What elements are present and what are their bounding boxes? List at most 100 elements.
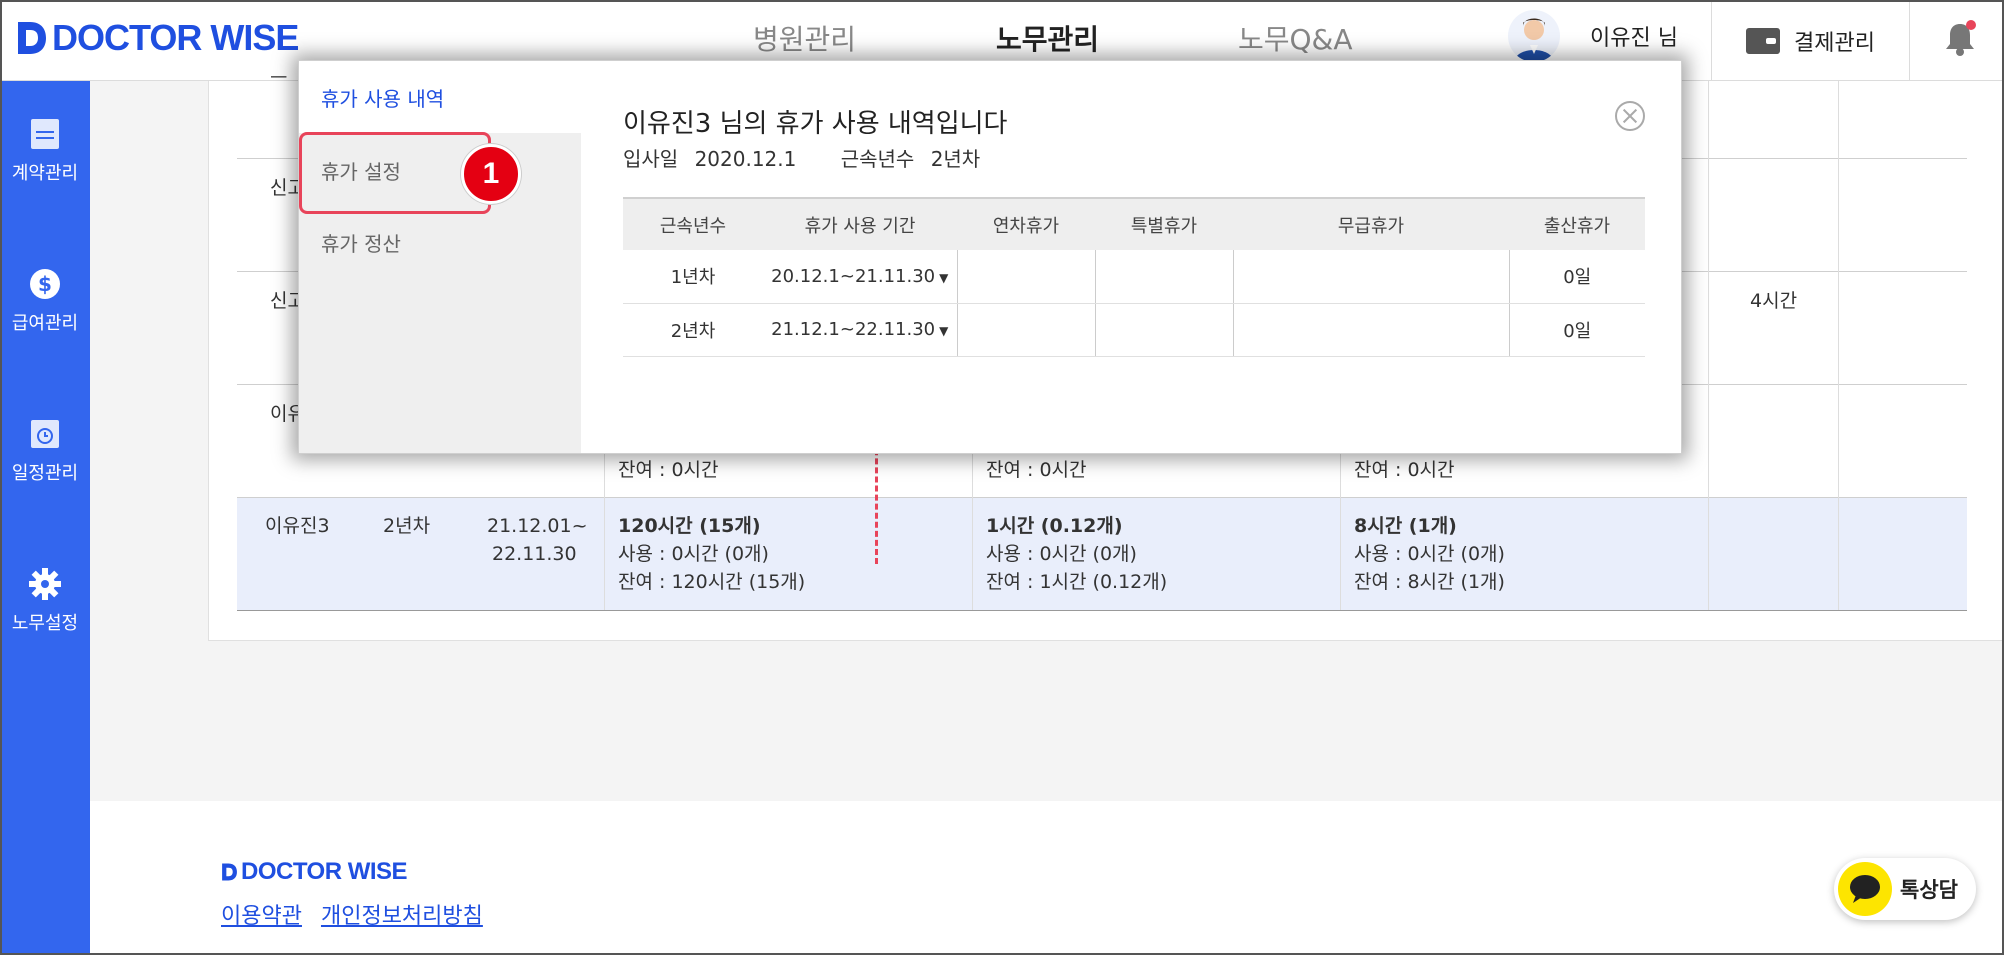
table-cell-remaining: 잔여 : 0시간	[986, 459, 1087, 481]
table-cell-period-end: 22.11.30	[492, 543, 577, 565]
left-sidebar: 계약관리 $ 급여관리 일정관리 노무설정	[0, 81, 90, 955]
tenure-value: 2년차	[930, 147, 981, 171]
footer-links: 이용약관 개인정보처리방침	[221, 898, 495, 930]
sidebar-item-payroll[interactable]: $ 급여관리	[0, 267, 90, 335]
table-cell-remaining: 잔여 : 0시간	[1354, 459, 1455, 481]
table-cell-hours: 4시간	[1750, 290, 1798, 312]
talk-label: 톡상담	[1900, 878, 1958, 902]
table-cell-special: 1시간 (0.12개) 사용 : 0시간 (0개) 잔여 : 1시간 (0.12…	[986, 512, 1167, 596]
privacy-policy-link[interactable]: 개인정보처리방침	[321, 904, 483, 929]
nav-labor-qa[interactable]: 노무Q&A	[1238, 18, 1353, 58]
tenure-label: 근속년수	[840, 147, 915, 171]
sidebar-label-contract: 계약관리	[11, 163, 79, 184]
modal-employee-info: 입사일 2020.12.1 근속년수 2년차	[623, 143, 990, 172]
payment-management-button[interactable]: 결제관리	[1711, 0, 1910, 81]
table-cell-period-start: 21.12.01~	[487, 515, 588, 537]
nav-hospital-management[interactable]: 병원관리	[753, 18, 856, 58]
doctor-wise-logo[interactable]: DOCTOR WISE	[14, 16, 299, 60]
col-header-special: 특별휴가	[1095, 197, 1233, 250]
logo-mark-icon	[18, 22, 46, 54]
modal-title: 이유진3 님의 휴가 사용 내역입니다	[623, 109, 1008, 139]
hire-date-label: 입사일	[623, 147, 679, 171]
logo-text: DOCTOR WISE	[52, 17, 299, 58]
payment-label: 결제관리	[1794, 30, 1875, 56]
col-header-annual: 연차휴가	[957, 197, 1095, 250]
table-col-divider	[604, 454, 605, 610]
col-header-period: 휴가 사용 기간	[763, 197, 957, 250]
table-col-divider	[1838, 81, 1839, 610]
cell-maternity: 0일	[1508, 250, 1645, 304]
gear-icon	[29, 568, 61, 600]
avatar-icon	[1514, 18, 1554, 62]
table-cell-remaining: 잔여 : 0시간	[618, 459, 719, 481]
special-used: 사용 : 0시간 (0개)	[986, 543, 1137, 565]
cell-tenure: 1년차	[623, 250, 763, 304]
user-name[interactable]: 이유진 님	[1590, 20, 1678, 52]
table-cell-name: ㅡ	[270, 67, 288, 89]
talk-consult-button[interactable]: 톡상담	[1834, 858, 1976, 920]
col-header-maternity: 출산휴가	[1509, 197, 1645, 250]
document-icon	[31, 119, 59, 149]
cell-annual	[956, 250, 1095, 304]
table-cell-name: 이유진3	[265, 515, 330, 537]
table-cell-annual: 120시간 (15개) 사용 : 0시간 (0개) 잔여 : 120시간 (15…	[618, 512, 805, 596]
modal-tab-sidebar: 휴가 사용 내역 휴가 설정 휴가 정산 1	[299, 61, 581, 453]
cell-tenure: 2년차	[623, 303, 763, 357]
caret-down-icon: ▼	[939, 324, 949, 338]
tab-leave-settlement[interactable]: 휴가 정산	[299, 206, 581, 278]
svg-text:$: $	[38, 272, 52, 296]
extra-total: 8시간 (1개)	[1354, 515, 1457, 537]
annual-total: 120시간 (15개)	[618, 515, 761, 537]
wallet-icon	[1746, 27, 1780, 54]
period-value: 20.12.1~21.11.30	[771, 265, 936, 287]
cell-maternity: 0일	[1508, 303, 1645, 357]
table-row: 1년차 20.12.1~21.11.30 ▼ 0일	[623, 250, 1645, 304]
chat-bubble-icon	[1838, 862, 1892, 916]
footer-logo-text: DOCTOR WISE	[241, 858, 408, 885]
cell-annual	[956, 303, 1095, 357]
close-icon[interactable]	[1615, 101, 1645, 131]
period-value: 21.12.1~22.11.30	[771, 319, 936, 340]
table-row: 2년차 21.12.1~22.11.30 ▼ 0일	[623, 303, 1645, 357]
tab-leave-history[interactable]: 휴가 사용 내역	[299, 61, 581, 133]
extra-used: 사용 : 0시간 (0개)	[1354, 543, 1505, 565]
sidebar-item-schedule[interactable]: 일정관리	[0, 417, 90, 485]
table-cell-extra: 8시간 (1개) 사용 : 0시간 (0개) 잔여 : 8시간 (1개)	[1354, 512, 1505, 596]
period-dropdown[interactable]: 20.12.1~21.11.30 ▼	[763, 250, 957, 304]
calendar-clock-icon	[31, 420, 59, 448]
footer-logo: DOCTOR WISE	[220, 858, 408, 886]
table-col-divider	[1340, 454, 1341, 610]
sidebar-label-payroll: 급여관리	[11, 313, 79, 334]
table-col-divider	[972, 454, 973, 610]
table-row-divider	[237, 610, 1967, 611]
table-header-row: 근속년수 휴가 사용 기간 연차휴가 특별휴가 무급휴가 출산휴가	[623, 197, 1645, 250]
sidebar-item-labor-settings[interactable]: 노무설정	[0, 567, 90, 635]
cell-special	[1094, 303, 1233, 357]
footer-logo-mark-icon	[222, 863, 237, 881]
annual-remaining: 잔여 : 120시간 (15개)	[618, 571, 806, 593]
cell-special	[1094, 250, 1233, 304]
dollar-icon: $	[30, 269, 60, 299]
col-header-tenure: 근속년수	[623, 197, 763, 250]
cell-unpaid	[1232, 303, 1509, 357]
sidebar-item-contract[interactable]: 계약관리	[0, 117, 90, 185]
step-badge: 1	[461, 144, 521, 204]
avatar[interactable]	[1508, 10, 1560, 62]
leave-history-modal: 휴가 사용 내역 휴가 설정 휴가 정산 1 이유진3 님의 휴가 사용 내역입…	[298, 60, 1682, 454]
period-dropdown[interactable]: 21.12.1~22.11.30 ▼	[763, 303, 957, 357]
extra-remaining: 잔여 : 8시간 (1개)	[1354, 571, 1505, 593]
terms-link[interactable]: 이용약관	[221, 904, 302, 929]
sidebar-label-labor-settings: 노무설정	[11, 613, 79, 634]
leave-history-table: 근속년수 휴가 사용 기간 연차휴가 특별휴가 무급휴가 출산휴가 1년차 20…	[623, 197, 1645, 357]
hire-date-value: 2020.12.1	[694, 147, 797, 171]
table-cell-year: 2년차	[383, 515, 431, 537]
special-total: 1시간 (0.12개)	[986, 515, 1123, 537]
annual-used: 사용 : 0시간 (0개)	[618, 543, 769, 565]
caret-down-icon: ▼	[939, 270, 949, 285]
sidebar-label-schedule: 일정관리	[11, 463, 79, 484]
nav-labor-management[interactable]: 노무관리	[996, 18, 1099, 58]
special-remaining: 잔여 : 1시간 (0.12개)	[986, 571, 1168, 593]
col-header-unpaid: 무급휴가	[1233, 197, 1509, 250]
notification-bell-icon[interactable]	[1940, 18, 1980, 58]
cell-unpaid	[1232, 250, 1509, 304]
